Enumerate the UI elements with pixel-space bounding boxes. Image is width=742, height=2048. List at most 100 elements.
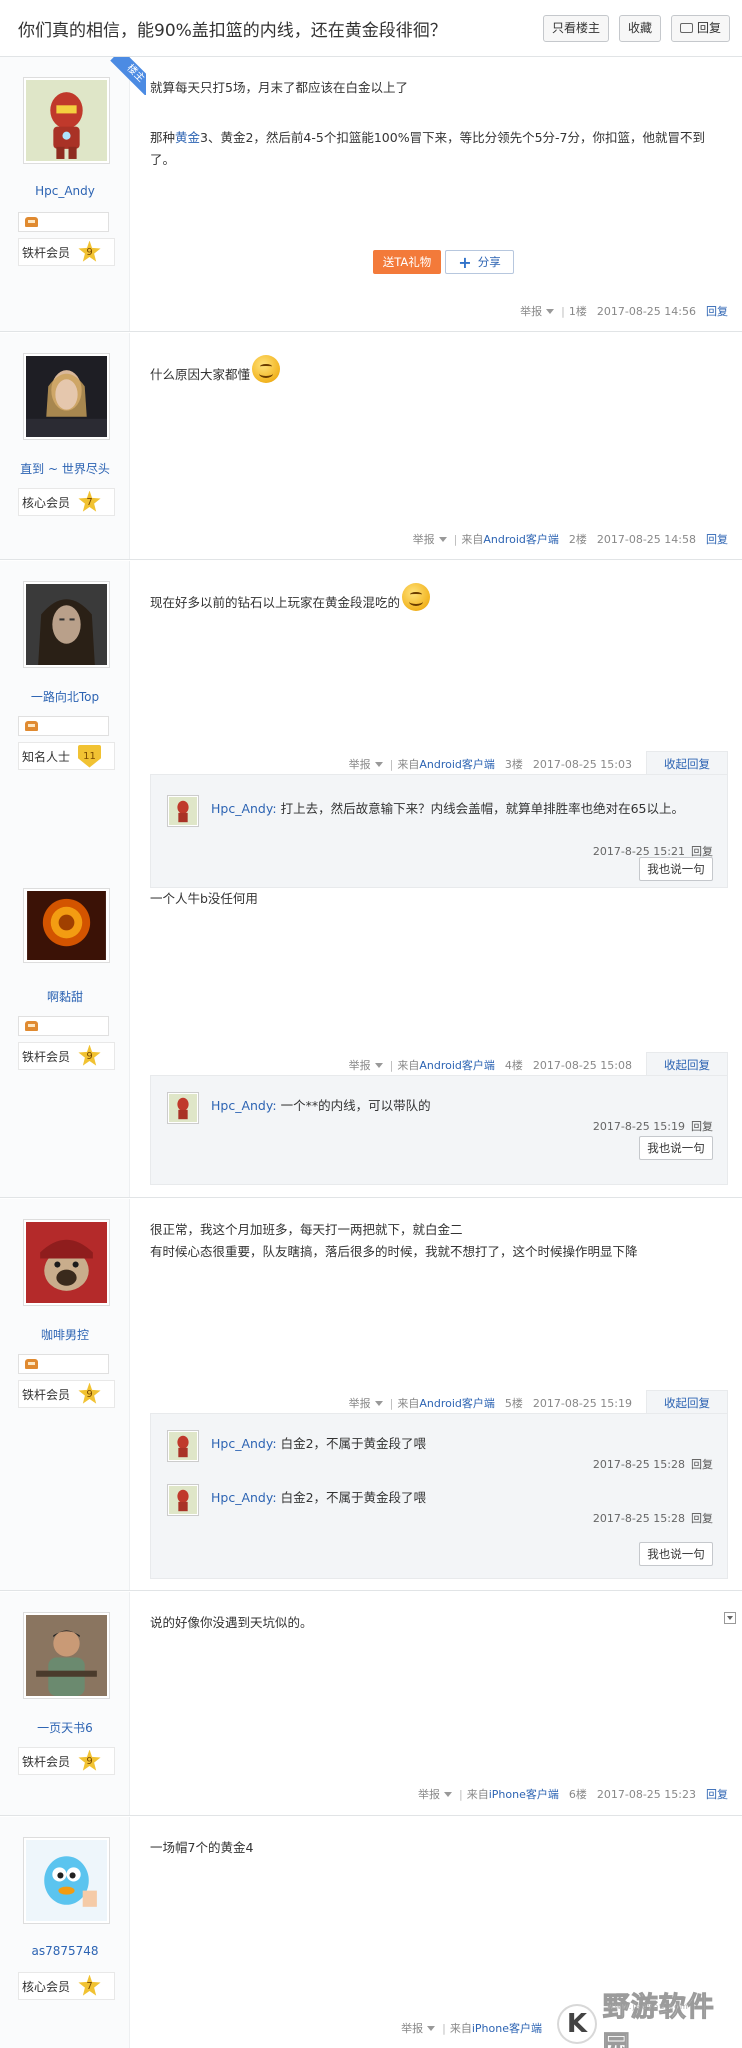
username[interactable]: 咖啡男控 (0, 1326, 130, 1343)
collapse-reply-tab[interactable]: 收起回复 (646, 751, 728, 775)
say-something-button[interactable]: 我也说一句 (639, 1136, 713, 1160)
reply-username[interactable]: Hpc_Andy: (211, 801, 277, 816)
medal-box (18, 1354, 109, 1374)
avatar-image (26, 1222, 107, 1303)
reply-meta: 2017-8-25 15:19 回复 (593, 1118, 713, 1134)
report-link[interactable]: 举报 (349, 1057, 371, 1073)
client-link[interactable]: Android客户端 (419, 1395, 495, 1411)
client-link[interactable]: iPhone客户端 (472, 2020, 542, 2036)
reply-avatar[interactable] (167, 1430, 199, 1462)
report-link[interactable]: 举报 (349, 1395, 371, 1411)
separator: | (442, 2021, 446, 2035)
post-text: 什么原因大家都懂 (150, 367, 251, 382)
keyword-link[interactable]: 黄金 (175, 130, 200, 145)
username[interactable]: as7875748 (0, 1944, 130, 1958)
say-something-button[interactable]: 我也说一句 (639, 857, 713, 881)
share-button[interactable]: + 分享 (445, 250, 514, 274)
caret-down-icon[interactable] (374, 761, 383, 767)
client-link[interactable]: Android客户端 (419, 1057, 495, 1073)
caret-down-icon[interactable] (546, 308, 555, 314)
send-gift-button[interactable]: 送TA礼物 (373, 250, 441, 274)
reply-username[interactable]: Hpc_Andy: (211, 1436, 277, 1451)
report-link[interactable]: 举报 (349, 756, 371, 772)
member-level: 铁杆会员 9 (18, 238, 115, 266)
smile-emoji-icon (252, 355, 281, 383)
reply-avatar[interactable] (167, 1484, 199, 1516)
caret-down-icon[interactable] (374, 1400, 383, 1406)
level-badge: 11 (78, 744, 102, 768)
reply-avatar[interactable] (167, 795, 199, 827)
reply-avatar[interactable] (167, 1092, 199, 1124)
post-meta: 举报 | 来自 Android客户端 3楼 2017-08-25 15:03 (349, 756, 632, 772)
reply-username[interactable]: Hpc_Andy: (211, 1098, 277, 1113)
post-content: 什么原因大家都懂 (150, 355, 726, 386)
level-badge: 9 (78, 240, 101, 262)
collapse-reply-tab[interactable]: 收起回复 (646, 1390, 728, 1414)
post-floor-2: 直到 ~ 世界尽头 核心会员 7 什么原因大家都懂 举报 | 来自 Android… (0, 333, 742, 560)
caret-down-icon[interactable] (438, 536, 447, 542)
caret-down-icon[interactable] (444, 1791, 453, 1797)
username[interactable]: 一路向北Top (0, 688, 130, 705)
collapse-reply-tab[interactable]: 收起回复 (646, 1052, 728, 1076)
reply-username[interactable]: Hpc_Andy: (211, 1490, 277, 1505)
post-line: 很正常，我这个月加班多，每天打一两把就下，就白金二 (150, 1222, 463, 1237)
reply-text: Hpc_Andy: 白金2，不属于黄金段了喂 (211, 1434, 703, 1454)
source-prefix: 来自 (397, 1397, 420, 1410)
avatar-image (27, 891, 106, 960)
caret-down-icon[interactable] (427, 2025, 436, 2031)
avatar[interactable] (23, 353, 110, 440)
username[interactable]: 啊黏甜 (0, 988, 130, 1005)
client-link[interactable]: Android客户端 (419, 756, 495, 772)
separator: | (389, 757, 394, 771)
floor-number: 3楼 (504, 758, 523, 771)
level-badge: 9 (78, 1382, 101, 1404)
reply-link[interactable]: 回复 (706, 1786, 728, 1802)
reply-body: 白金2，不属于黄金段了喂 (280, 1490, 427, 1505)
reply-action-link[interactable]: 回复 (691, 1512, 713, 1525)
report-link[interactable]: 举报 (418, 1786, 440, 1802)
reply-button[interactable]: 回复 (670, 14, 730, 42)
site-watermark: K 野游软件园 www.jeeyou.com (557, 1992, 742, 2048)
avatar[interactable] (23, 1612, 110, 1699)
avatar[interactable] (23, 77, 110, 164)
say-something-button[interactable]: 我也说一句 (639, 1542, 713, 1566)
only-op-button[interactable]: 只看楼主 (542, 14, 609, 42)
reply-action-link[interactable]: 回复 (691, 1120, 713, 1133)
avatar[interactable] (23, 581, 110, 668)
post-time: 2017-08-25 15:03 (532, 757, 632, 771)
plus-icon: + (458, 252, 472, 272)
source-prefix: 来自 (397, 1059, 420, 1072)
post-time: 2017-08-25 15:08 (532, 1058, 632, 1072)
favorite-button[interactable]: 收藏 (618, 14, 661, 42)
report-link[interactable]: 举报 (413, 531, 435, 547)
report-link[interactable]: 举报 (401, 2020, 423, 2036)
avatar[interactable] (23, 1837, 110, 1924)
reply-action-link[interactable]: 回复 (691, 1458, 713, 1471)
reply-panel: Hpc_Andy: 白金2，不属于黄金段了喂 2017-8-25 15:28 回复… (150, 1413, 728, 1579)
watermark-text: 野游软件园 (602, 1992, 715, 2048)
reply-link[interactable]: 回复 (706, 531, 728, 547)
member-level: 铁杆会员 9 (18, 1380, 115, 1408)
reply-body: 一个**的内线，可以带队的 (280, 1098, 431, 1113)
avatar-image (26, 356, 107, 437)
client-link[interactable]: iPhone客户端 (489, 1786, 559, 1802)
caret-down-icon[interactable] (374, 1062, 383, 1068)
report-link[interactable]: 举报 (520, 303, 542, 319)
username[interactable]: Hpc_Andy (0, 184, 130, 198)
username[interactable]: 一页天书6 (0, 1719, 130, 1736)
avatar[interactable] (23, 888, 110, 963)
source-prefix: 来自 (449, 2022, 472, 2035)
client-link[interactable]: Android客户端 (483, 531, 559, 547)
reply-text: Hpc_Andy: 一个**的内线，可以带队的 (211, 1096, 703, 1116)
post-line: 有时候心态很重要，队友瞎搞，落后很多的时候，我就不想打了，这个时候操作明显下降 (150, 1244, 638, 1259)
post-floor-6: 一页天书6 铁杆会员 9 说的好像你没遇到天坑似的。 举报 | 来自 iPhone… (0, 1592, 742, 1816)
username[interactable]: 直到 ~ 世界尽头 (0, 460, 130, 477)
post-floor-3: 一路向北Top 知名人士 11 现在好多以前的钻石以上玩家在黄金段混吃的 举报 … (0, 561, 742, 888)
medal-box (18, 716, 109, 736)
reply-link[interactable]: 回复 (706, 303, 728, 319)
member-level: 核心会员 7 (18, 1972, 115, 2000)
avatar[interactable] (23, 1219, 110, 1306)
medal-box (18, 212, 109, 232)
level-badge: 9 (78, 1749, 101, 1771)
post-meta: 举报 | 来自 iPhone客户端 (401, 2020, 542, 2036)
